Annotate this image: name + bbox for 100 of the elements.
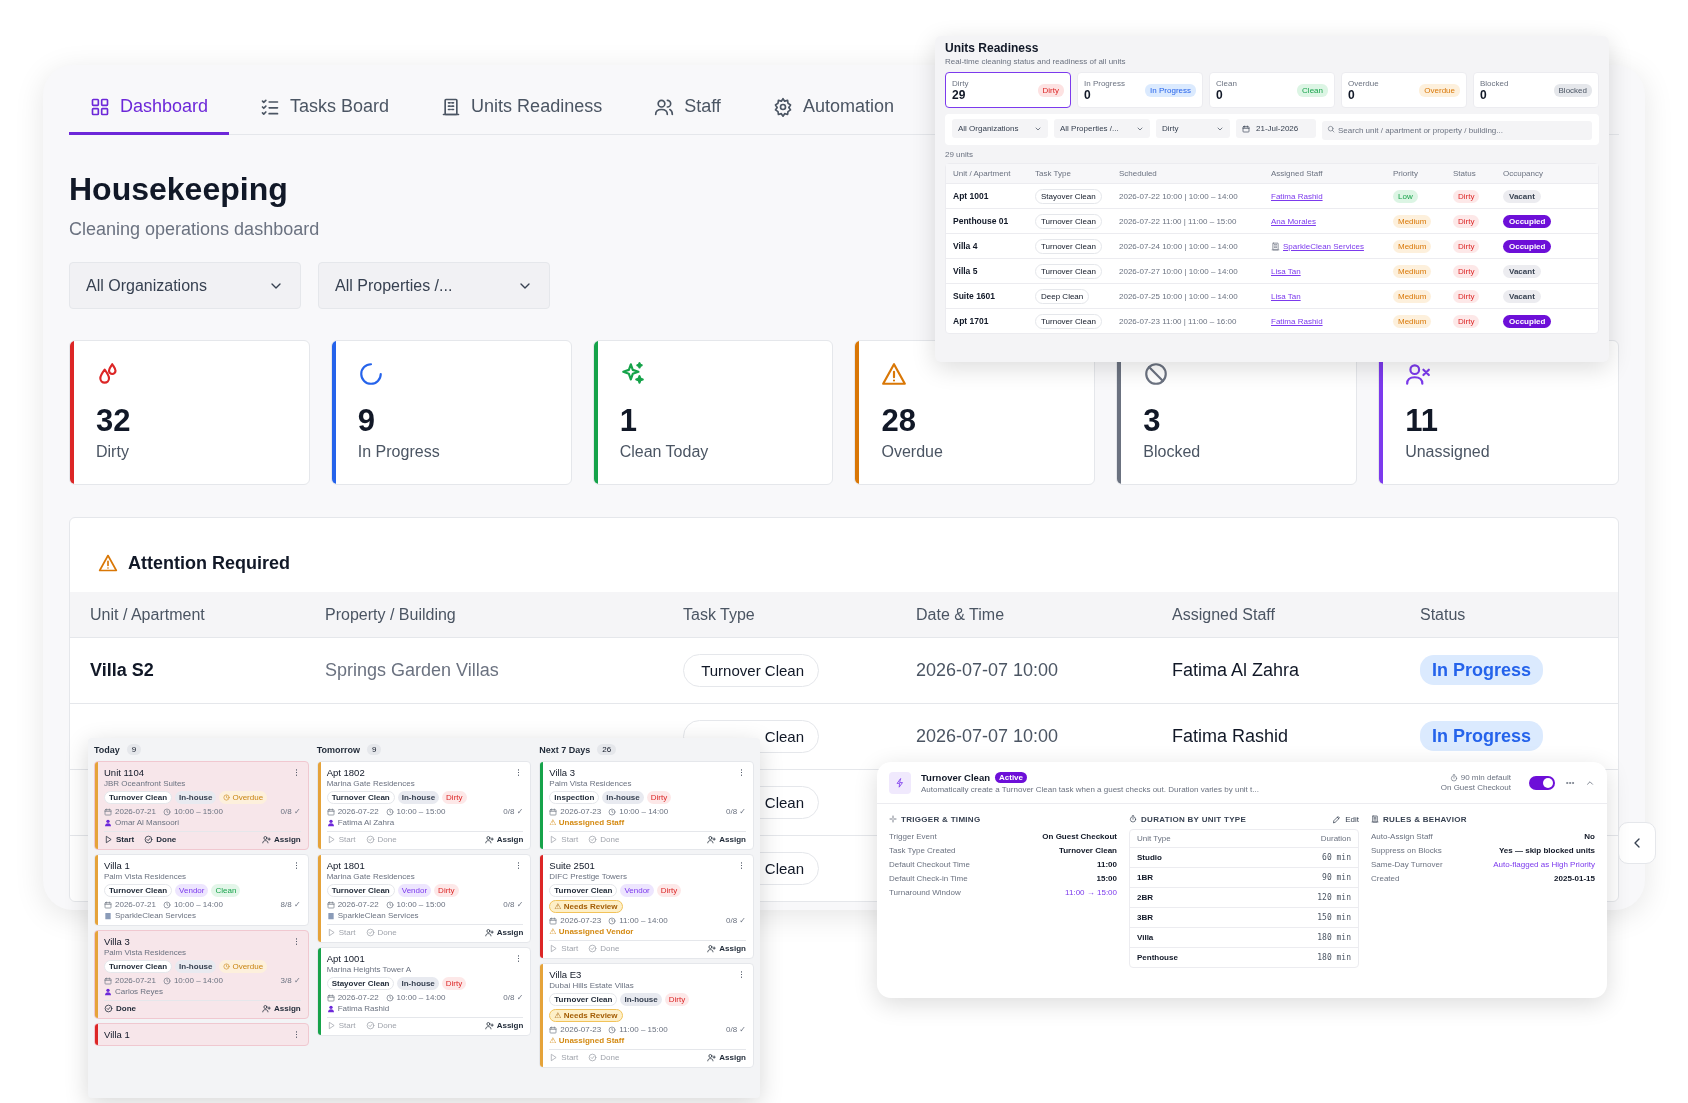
unit-type: 2BR (1137, 893, 1153, 902)
summary-card[interactable]: Overdue 0 Overdue (1341, 72, 1467, 108)
staff-link[interactable]: Fatima Rashid (1271, 191, 1323, 201)
task-card[interactable]: Villa 1 Palm Vista Residences Turnover Clean Vendor Clean 2026-07-21 10:00 – 14:00 8/8 ✓ SparkleClean Services (94, 854, 309, 926)
ban-icon (1143, 361, 1170, 387)
property-name: Marina Gate Residences (326, 872, 416, 881)
assignee: SparkleClean Services (337, 911, 419, 920)
calendar-icon (326, 900, 335, 909)
organization-dropdown[interactable]: All Organizations (952, 119, 1048, 138)
nav-tab[interactable]: Units Readiness (420, 65, 624, 135)
tag: In-house (602, 791, 644, 804)
status-badge: Dirty (1453, 239, 1480, 253)
summary-card[interactable]: Clean 0 Clean (1209, 72, 1335, 108)
done-button[interactable]: Done (104, 1004, 136, 1013)
play-icon (326, 835, 336, 844)
warning-icon (98, 553, 118, 573)
assign-button[interactable]: Assign (707, 1053, 746, 1062)
user-plus-icon (484, 835, 494, 844)
filter-dropdown[interactable]: All Properties /... (318, 262, 550, 309)
tag: Turnover Clean (326, 791, 395, 804)
tag: In-house (175, 960, 217, 973)
staff-link[interactable]: SparkleClean Services (1283, 241, 1364, 251)
start-button[interactable]: Start (104, 835, 135, 844)
tag: Stayover Clean (326, 977, 395, 990)
active-badge: Active (995, 771, 1027, 783)
edit-button[interactable]: Edit (1332, 814, 1359, 824)
staff-link[interactable]: Fatima Rashid (1271, 316, 1323, 326)
unit-count: 29 units (945, 150, 975, 159)
unit-type: Villa (1137, 933, 1154, 942)
play-icon (549, 1053, 559, 1062)
property-name: Palm Vista Residences (104, 948, 188, 957)
done-button[interactable]: Done (144, 835, 177, 844)
assign-button[interactable]: Assign (484, 928, 524, 937)
assign-button[interactable]: Assign (707, 944, 746, 953)
nav-tab[interactable]: Dashboard (69, 65, 230, 135)
staff-link[interactable]: Lisa Tan (1271, 266, 1301, 276)
stat-label: Clean Today (619, 443, 710, 461)
nav-tab[interactable]: Automation (751, 65, 915, 135)
calendar-icon (104, 976, 112, 985)
user-plus-icon (707, 944, 717, 953)
task-card[interactable]: Villa 3 Palm Vista Residences Turnover Clean In-house Overdue 2026-07-21 10:00 – 14:00 3/8 ✓ Carlos Reyes Done Assign (94, 930, 309, 1019)
column-header: Task Type (683, 605, 756, 624)
column-header: Status (1420, 605, 1467, 624)
user-x-icon (1405, 361, 1432, 387)
filter-dropdown[interactable]: All Organizations (69, 262, 301, 309)
field-value: 2025-01-15 (1554, 873, 1595, 883)
task-card[interactable]: Unit 1104 JBR Oceanfront Suites Turnover Clean In-house Overdue 2026-07-21 10:00 – 15:00 0/8 ✓ Omar Al Mansoori Start Done Assign (94, 761, 309, 850)
field-value: No (1584, 831, 1595, 841)
summary-card[interactable]: Dirty 29 Dirty (945, 72, 1071, 108)
task-date: 2026-07-23 (560, 807, 602, 816)
calendar-icon (549, 916, 558, 925)
field-value: Yes — skip blocked units (1498, 845, 1595, 855)
nav-tab[interactable]: Tasks Board (239, 65, 411, 135)
user-plus-icon (707, 835, 717, 844)
assign-button[interactable]: Assign (262, 835, 301, 844)
summary-value: 0 (1480, 87, 1488, 102)
play-icon (549, 835, 559, 844)
property-dropdown[interactable]: All Properties /... (1054, 119, 1150, 138)
unit-name: Apt 1802 (326, 767, 365, 778)
nav-tab[interactable]: Staff (633, 65, 742, 135)
task-time: 10:00 – 14:00 (173, 900, 223, 909)
property-name: Marina Gate Residences (326, 779, 416, 788)
property-name: DIFC Prestige Towers (549, 872, 628, 881)
progress-count: 0/8 ✓ (503, 807, 524, 816)
task-card[interactable]: Villa 1 (94, 1023, 309, 1046)
field-value: Turnover Clean (1058, 845, 1117, 855)
person-icon (104, 987, 112, 996)
date-time: 2026-07-07 10:00 (916, 726, 1059, 746)
rule-toggle[interactable] (1529, 775, 1555, 790)
tag: In-house (620, 993, 662, 1006)
section-title: RULES & BEHAVIOR (1383, 814, 1467, 824)
tag: Turnover Clean (549, 993, 618, 1006)
clock-icon (162, 900, 171, 909)
trigger-label: On Guest Checkout (1440, 783, 1511, 792)
stat-value: 32 (96, 403, 132, 439)
status-dropdown[interactable]: Dirty (1156, 119, 1230, 138)
date-field[interactable]: 21-Jul-2026 (1236, 119, 1316, 138)
assign-button[interactable]: Assign (262, 1004, 301, 1013)
task-date: 2026-07-22 (337, 900, 379, 909)
summary-card[interactable]: In Progress 0 In Progress (1077, 72, 1203, 108)
check-circle-icon (365, 928, 375, 937)
occupancy-badge: Vacant (1503, 189, 1541, 203)
column-header: Duration (1320, 834, 1351, 843)
unit-name: Apt 1701 (953, 316, 989, 326)
search-field[interactable]: Search unit / apartment or property / building... (1322, 121, 1592, 140)
person-icon (326, 818, 335, 827)
assign-button[interactable]: Assign (707, 835, 746, 844)
assign-button[interactable]: Assign (484, 1021, 524, 1030)
user-plus-icon (262, 835, 271, 844)
assign-button[interactable]: Assign (484, 835, 524, 844)
status-badge: Overdue (1419, 83, 1460, 97)
staff-link[interactable]: Lisa Tan (1271, 291, 1301, 301)
status-badge: Dirty (1453, 214, 1480, 228)
tag: Turnover Clean (104, 791, 173, 804)
staff-link[interactable]: Ana Morales (1271, 216, 1316, 226)
settings-icon (772, 96, 793, 117)
unit-type: Penthouse (1137, 953, 1178, 962)
progress-count: 0/8 ✓ (503, 993, 524, 1002)
assignee: Fatima Rashid (337, 1004, 390, 1013)
summary-card[interactable]: Blocked 0 Blocked (1473, 72, 1599, 108)
